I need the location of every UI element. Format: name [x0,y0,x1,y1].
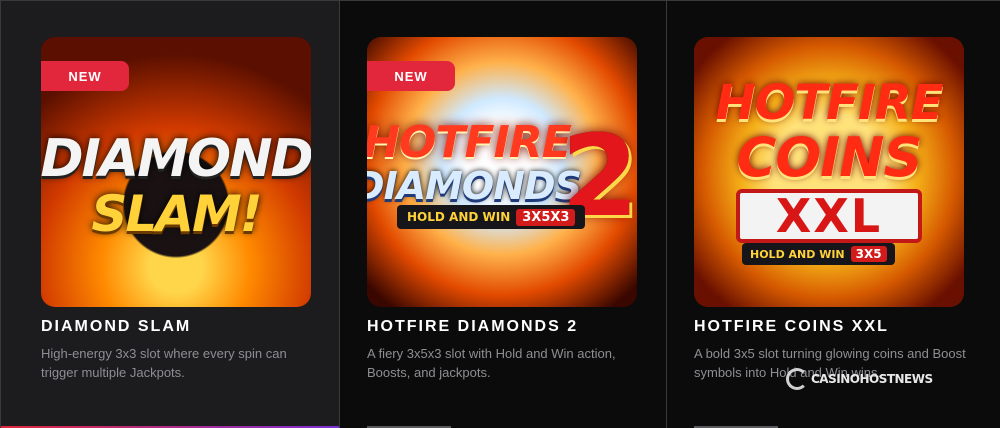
hold-and-win-strip: HOLD AND WIN 3X5X3 [397,205,586,229]
game-card-diamond-slam[interactable]: NEW DIAMOND SLAM! DIAMOND SLAM High-ener… [0,0,339,428]
strip-pill: 3X5X3 [516,208,576,226]
game-thumbnail[interactable]: HOTFIRE COINS XXL HOLD AND WIN 3X5 [694,37,964,307]
logo-xxl-box: XXL [736,189,922,243]
watermark-logo-icon [786,368,808,390]
game-thumbnail[interactable]: NEW HOTFIRE DIAMONDS 2 HOLD AND WIN 3X5X… [367,37,637,307]
hold-and-win-strip: HOLD AND WIN 3X5 [742,243,895,265]
new-badge: NEW [41,61,129,91]
game-thumbnail[interactable]: NEW DIAMOND SLAM! [41,37,311,307]
logo-line-1: DIAMOND [41,129,311,189]
new-badge: NEW [367,61,455,91]
logo-line-2: SLAM! [91,185,262,243]
game-description: High-energy 3x3 slot where every spin ca… [41,346,287,380]
logo-line-1: HOTFIRE [715,75,943,131]
strip-text: HOLD AND WIN [407,210,511,224]
strip-pill: 3X5 [850,246,887,262]
logo-line-2: DIAMONDS [367,164,582,208]
game-card-hotfire-diamonds-2[interactable]: NEW HOTFIRE DIAMONDS 2 HOLD AND WIN 3X5X… [339,0,666,428]
watermark-text: CASINOHOSTNEWS [811,372,933,386]
game-title[interactable]: HOTFIRE DIAMONDS 2 [367,318,578,336]
game-title[interactable]: DIAMOND SLAM [41,318,191,336]
logo-xxl-text: XXL [775,189,883,243]
game-card-hotfire-coins-xxl[interactable]: HOTFIRE COINS XXL HOLD AND WIN 3X5 HOTFI… [666,0,1000,428]
game-description: A fiery 3x5x3 slot with Hold and Win act… [367,346,616,380]
logo-line-1: HOTFIRE [367,117,572,168]
game-title[interactable]: HOTFIRE COINS XXL [694,318,889,336]
watermark: CASINOHOSTNEWS [786,368,933,390]
game-grid: NEW DIAMOND SLAM! DIAMOND SLAM High-ener… [0,0,1000,428]
strip-text: HOLD AND WIN [750,247,845,261]
logo-line-2: COINS [736,126,923,189]
